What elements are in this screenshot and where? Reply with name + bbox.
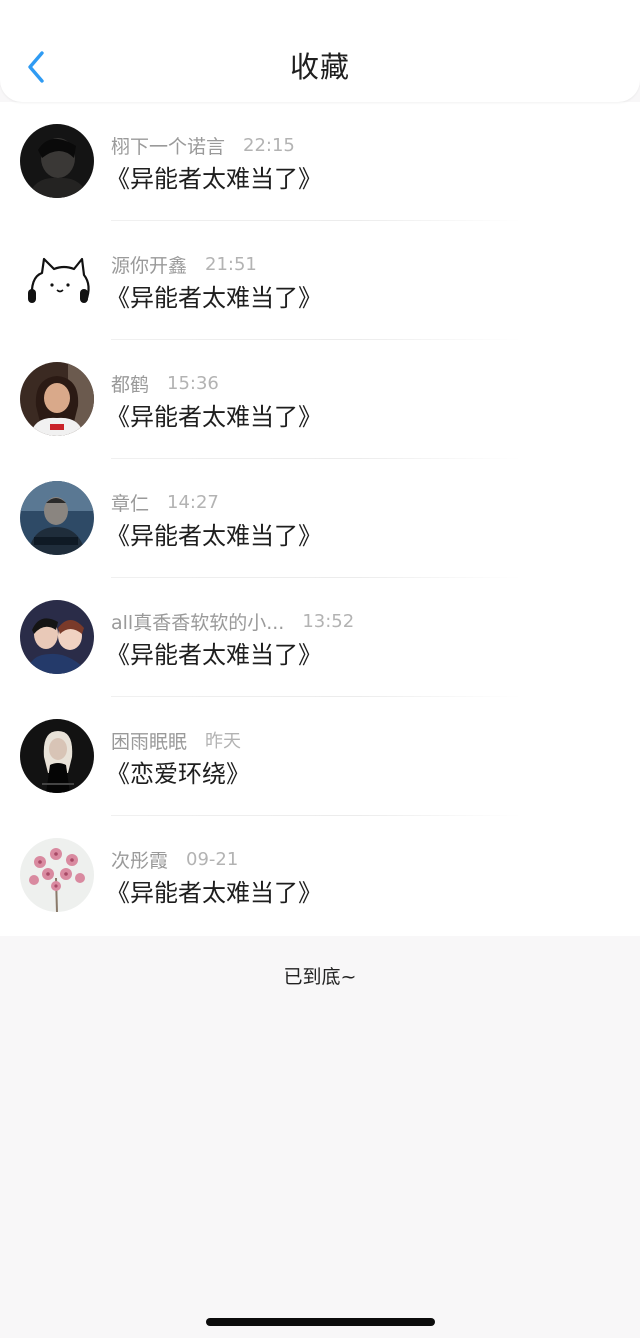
page-title: 收藏 bbox=[289, 50, 350, 84]
man-at-laptop-avatar[interactable] bbox=[20, 481, 94, 555]
item-meta: 栩下一个诺言 22:15 bbox=[111, 132, 295, 158]
user-name[interactable]: 源你开鑫 bbox=[111, 251, 187, 278]
book-title[interactable]: 《异能者太难当了》 bbox=[106, 400, 322, 434]
item-meta: 章仁 14:27 bbox=[111, 489, 219, 515]
list-item[interactable]: all真香香软软的小... 13:52 《异能者太难当了》 bbox=[0, 578, 640, 697]
list-item[interactable]: 源你开鑫 21:51 《异能者太难当了》 bbox=[0, 221, 640, 340]
pink-flowers-avatar[interactable] bbox=[20, 838, 94, 912]
timestamp: 09-21 bbox=[186, 848, 239, 870]
timestamp: 22:15 bbox=[243, 134, 295, 156]
timestamp: 21:51 bbox=[205, 253, 257, 275]
book-title[interactable]: 《异能者太难当了》 bbox=[106, 519, 322, 553]
list-item[interactable]: 栩下一个诺言 22:15 《异能者太难当了》 bbox=[0, 102, 640, 221]
top-nav-bar: 收藏 bbox=[0, 0, 640, 102]
dark-portrait-avatar[interactable] bbox=[20, 124, 94, 198]
item-meta: 次彤霞 09-21 bbox=[111, 846, 238, 872]
user-name[interactable]: 困雨眠眠 bbox=[111, 727, 187, 754]
list-item[interactable]: 章仁 14:27 《异能者太难当了》 bbox=[0, 459, 640, 578]
book-title[interactable]: 《异能者太难当了》 bbox=[106, 281, 322, 315]
favorites-page: 收藏 栩下一个诺言 22:15 《异能者太难当了》 源你开鑫 21:51 《异能… bbox=[0, 0, 640, 1338]
timestamp: 13:52 bbox=[302, 610, 355, 632]
book-title[interactable]: 《异能者太难当了》 bbox=[106, 162, 322, 196]
book-title[interactable]: 《异能者太难当了》 bbox=[106, 876, 322, 910]
timestamp: 昨天 bbox=[205, 731, 242, 752]
user-name[interactable]: all真香香软软的小... bbox=[111, 608, 284, 635]
item-meta: 都鹤 15:36 bbox=[111, 370, 219, 396]
home-indicator[interactable] bbox=[206, 1318, 435, 1326]
item-meta: 困雨眠眠 昨天 bbox=[111, 727, 241, 753]
blonde-woman-avatar[interactable] bbox=[20, 719, 94, 793]
list-item[interactable]: 次彤霞 09-21 《异能者太难当了》 bbox=[0, 816, 640, 935]
cartoon-cat-headphones-avatar[interactable] bbox=[20, 243, 94, 317]
user-name[interactable]: 章仁 bbox=[111, 489, 149, 516]
list-item[interactable]: 都鹤 15:36 《异能者太难当了》 bbox=[0, 340, 640, 459]
end-of-list-text: 已到底~ bbox=[283, 966, 357, 988]
couple-portrait-avatar[interactable] bbox=[20, 600, 94, 674]
timestamp: 14:27 bbox=[167, 491, 219, 513]
favorites-list: 栩下一个诺言 22:15 《异能者太难当了》 源你开鑫 21:51 《异能者太难… bbox=[0, 102, 640, 936]
item-meta: 源你开鑫 21:51 bbox=[111, 251, 257, 277]
book-title[interactable]: 《恋爱环绕》 bbox=[106, 757, 250, 791]
user-name[interactable]: 栩下一个诺言 bbox=[111, 132, 225, 159]
item-meta: all真香香软软的小... 13:52 bbox=[111, 608, 354, 634]
timestamp: 15:36 bbox=[167, 372, 219, 394]
book-title[interactable]: 《异能者太难当了》 bbox=[106, 638, 322, 672]
girl-portrait-avatar[interactable] bbox=[20, 362, 94, 436]
list-item[interactable]: 困雨眠眠 昨天 《恋爱环绕》 bbox=[0, 697, 640, 816]
user-name[interactable]: 次彤霞 bbox=[111, 846, 168, 873]
user-name[interactable]: 都鹤 bbox=[111, 370, 149, 397]
